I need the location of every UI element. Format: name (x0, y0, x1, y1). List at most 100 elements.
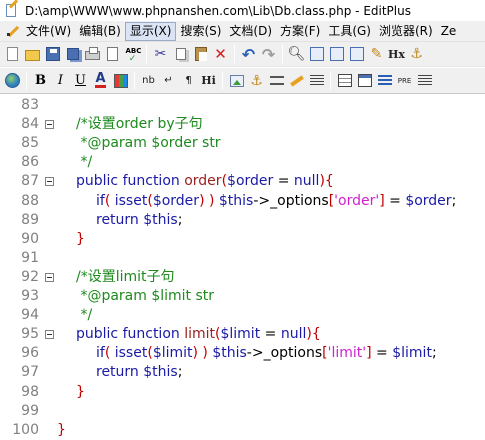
fold-toggle-icon[interactable] (45, 330, 54, 340)
print-button[interactable] (83, 45, 102, 64)
save-all-button[interactable] (63, 45, 82, 64)
spell-check-button[interactable]: ABC (123, 45, 142, 64)
code-line[interactable]: 85 *@param $order str (0, 134, 485, 153)
html-toolbar-button[interactable]: ✎ (367, 45, 386, 64)
code-token: if (96, 345, 105, 362)
fold-toggle-icon[interactable] (45, 272, 54, 282)
code-line[interactable]: 96 if( isset($limit) ) $this->_options['l… (0, 344, 485, 363)
list-items-icon (417, 74, 432, 87)
italic-button[interactable]: I (51, 71, 70, 90)
find-in-files-button[interactable] (307, 45, 326, 64)
menu-view[interactable]: 显示(X) (124, 21, 177, 41)
nbsp-button[interactable]: nb (139, 71, 158, 90)
editplus-app-icon[interactable] (4, 0, 20, 19)
underline-button[interactable]: U (71, 71, 90, 90)
code-line[interactable]: 84 /*设置order by子句 (0, 115, 485, 134)
delete-button[interactable]: ✕ (211, 45, 230, 64)
code-line[interactable]: 100} (0, 421, 485, 440)
list-items-button[interactable] (415, 71, 434, 90)
code-token: ->_options (246, 345, 323, 362)
toggle-view-icon (349, 47, 364, 61)
copy-button[interactable] (171, 45, 190, 64)
horizontal-rule-icon (269, 76, 284, 85)
line-number: 97 (21, 364, 39, 381)
find-button[interactable]: 🔍︎ (287, 45, 306, 64)
code-editor[interactable]: 83 84/*设置order by子句 85 *@param $order str 8… (0, 95, 485, 440)
code-text: if( isset($limit) ) $this->_options['lim… (96, 344, 437, 363)
code-line[interactable]: 99 (0, 402, 485, 421)
pre-icon: PRE (397, 76, 412, 85)
anchor-tag-button[interactable]: ⚓ (247, 71, 266, 90)
fold-toggle-icon[interactable] (45, 120, 54, 130)
color-grid-button[interactable] (111, 71, 130, 90)
heading-tag-button[interactable]: Hi (199, 71, 218, 90)
code-line[interactable]: 95 public function limit($limit = null){ (0, 325, 485, 344)
fold-toggle-icon[interactable] (45, 177, 54, 187)
toolbar-separator (282, 45, 283, 63)
line-number: 91 (21, 249, 39, 266)
anchor-button[interactable]: ⚓ (407, 45, 426, 64)
code-line[interactable]: 90} (0, 230, 485, 249)
horizontal-rule-button[interactable] (267, 71, 286, 90)
paste-button[interactable] (191, 45, 210, 64)
paste-icon (194, 47, 207, 61)
menu-browser[interactable]: 浏览器(R) (375, 22, 437, 41)
menu-edit[interactable]: 编辑(B) (75, 22, 125, 41)
code-token: ) ) (192, 345, 213, 362)
code-line[interactable]: 83 (0, 96, 485, 115)
code-line[interactable]: 88 if( isset($order) ) $this->_options['o… (0, 192, 485, 211)
code-line[interactable]: 93 *@param $limit str (0, 287, 485, 306)
image-button[interactable] (227, 71, 246, 90)
document-menu-icon[interactable] (6, 24, 20, 38)
new-file-button[interactable] (3, 45, 22, 64)
line-break-icon: ↵ (164, 75, 173, 86)
menu-file[interactable]: 文件(W) (22, 22, 75, 41)
bold-button[interactable]: B (31, 71, 50, 90)
code-line[interactable]: 92 /*设置limit子句 (0, 268, 485, 287)
form-button[interactable] (355, 71, 374, 90)
code-line[interactable]: 98} (0, 383, 485, 402)
code-line[interactable]: 89 return $this; (0, 211, 485, 230)
code-line[interactable]: 94 */ (0, 306, 485, 325)
print-preview-button[interactable] (103, 45, 122, 64)
redo-button[interactable]: ↷ (259, 45, 278, 64)
code-text: return $this; (96, 211, 182, 230)
pre-button[interactable]: PRE (395, 71, 414, 90)
code-line[interactable]: 86 */ (0, 153, 485, 172)
replace-button[interactable] (327, 45, 346, 64)
image-icon (229, 74, 244, 87)
heading-button[interactable]: Hx (387, 45, 406, 64)
cut-button[interactable]: ✂ (151, 45, 170, 64)
code-token: limit (184, 326, 216, 343)
font-color-icon: A (95, 71, 106, 88)
comment-button[interactable] (287, 71, 306, 90)
code-token: = (371, 345, 393, 362)
menu-search[interactable]: 搜索(S) (176, 22, 225, 41)
font-color-button[interactable]: A (91, 71, 110, 90)
code-line[interactable]: 87 public function order($order = null){ (0, 172, 485, 191)
table-button[interactable] (335, 71, 354, 90)
toggle-view-button[interactable] (347, 45, 366, 64)
code-token: ; (431, 345, 437, 362)
undo-button[interactable]: ↶ (239, 45, 258, 64)
menu-document[interactable]: 文档(D) (225, 22, 276, 41)
save-button[interactable] (43, 45, 62, 64)
lines-button[interactable] (307, 71, 326, 90)
line-break-button[interactable]: ↵ (159, 71, 178, 90)
code-token: isset (114, 345, 148, 362)
menu-tools[interactable]: 工具(G) (324, 22, 375, 41)
copy-icon (175, 48, 186, 60)
redo-icon: ↷ (261, 44, 276, 64)
code-text: if( isset($order) ) $this->_options['ord… (96, 192, 456, 211)
open-file-button[interactable] (23, 45, 42, 64)
bold-icon: B (35, 73, 46, 88)
list-button[interactable] (375, 71, 394, 90)
code-token: order (184, 173, 222, 190)
code-line[interactable]: 97 return $this; (0, 363, 485, 382)
code-line[interactable]: 91 (0, 249, 485, 268)
menu-project[interactable]: 方案(F) (276, 22, 324, 41)
paragraph-button[interactable]: ¶ (179, 71, 198, 90)
menu-zen[interactable]: Ze (437, 22, 461, 41)
browser-preview-button[interactable] (3, 71, 22, 90)
paragraph-icon: ¶ (185, 75, 192, 86)
